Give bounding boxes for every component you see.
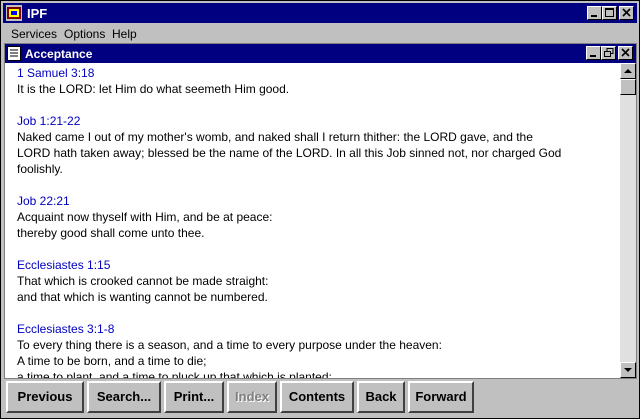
index-button[interactable]: Index xyxy=(227,381,277,413)
scroll-thumb[interactable] xyxy=(620,79,636,95)
document-content: 1 Samuel 3:18 It is the LORD: let Him do… xyxy=(5,63,619,378)
vertical-scrollbar[interactable] xyxy=(620,63,636,378)
doc-close-button[interactable] xyxy=(618,46,633,60)
verse-reference-link[interactable]: Ecclesiastes 3:1-8 xyxy=(17,321,619,337)
app-title: IPF xyxy=(27,6,48,21)
entry: Ecclesiastes 3:1-8 To every thing there … xyxy=(17,321,619,378)
arrow-down-icon xyxy=(624,368,632,372)
app-window: IPF Services Options Help Acceptance 1 S… xyxy=(0,0,640,419)
back-button[interactable]: Back xyxy=(357,381,405,413)
entry: 1 Samuel 3:18 It is the LORD: let Him do… xyxy=(17,65,619,97)
verse-text: To every thing there is a season, and a … xyxy=(17,338,442,378)
search-button[interactable]: Search... xyxy=(87,381,161,413)
verse-text: That which is crooked cannot be made str… xyxy=(17,274,269,304)
minimize-icon xyxy=(591,15,597,17)
maximize-button[interactable] xyxy=(602,6,617,20)
maximize-icon xyxy=(605,8,614,17)
entry: Job 22:21 Acquaint now thyself with Him,… xyxy=(17,193,619,241)
contents-button[interactable]: Contents xyxy=(280,381,354,413)
document-window: Acceptance 1 Samuel 3:18 It is the LORD:… xyxy=(4,43,637,379)
close-icon xyxy=(622,8,631,17)
verse-text: Acquaint now thyself with Him, and be at… xyxy=(17,210,273,240)
verse-reference-link[interactable]: 1 Samuel 3:18 xyxy=(17,65,619,81)
doc-minimize-button[interactable] xyxy=(586,46,601,60)
menu-options[interactable]: Options xyxy=(64,27,105,41)
document-title: Acceptance xyxy=(25,47,93,61)
print-button[interactable]: Print... xyxy=(164,381,224,413)
previous-button[interactable]: Previous xyxy=(6,381,84,413)
scroll-up-button[interactable] xyxy=(620,63,636,79)
minimize-icon xyxy=(590,55,596,57)
app-titlebar[interactable]: IPF xyxy=(3,3,637,23)
verse-text: Naked came I out of my mother's womb, an… xyxy=(17,130,562,176)
restore-icon xyxy=(604,48,614,57)
close-button[interactable] xyxy=(619,6,634,20)
verse-reference-link[interactable]: Ecclesiastes 1:15 xyxy=(17,257,619,273)
minimize-button[interactable] xyxy=(587,6,602,20)
arrow-up-icon xyxy=(624,69,632,73)
menubar: Services Options Help xyxy=(3,24,637,42)
close-icon xyxy=(621,48,630,57)
scroll-down-button[interactable] xyxy=(620,362,636,378)
verse-reference-link[interactable]: Job 22:21 xyxy=(17,193,619,209)
entry: Ecclesiastes 1:15 That which is crooked … xyxy=(17,257,619,305)
menu-services[interactable]: Services xyxy=(11,27,57,41)
document-titlebar[interactable]: Acceptance xyxy=(5,44,636,63)
verse-reference-link[interactable]: Job 1:21-22 xyxy=(17,113,619,129)
forward-button[interactable]: Forward xyxy=(408,381,474,413)
document-icon[interactable] xyxy=(7,46,21,64)
entry: Job 1:21-22 Naked came I out of my mothe… xyxy=(17,113,619,177)
doc-restore-button[interactable] xyxy=(601,46,616,60)
app-icon[interactable] xyxy=(6,5,22,21)
navigation-button-bar: Previous Search... Print... Index Conten… xyxy=(4,379,638,417)
menu-help[interactable]: Help xyxy=(112,27,137,41)
verse-text: It is the LORD: let Him do what seemeth … xyxy=(17,82,290,96)
